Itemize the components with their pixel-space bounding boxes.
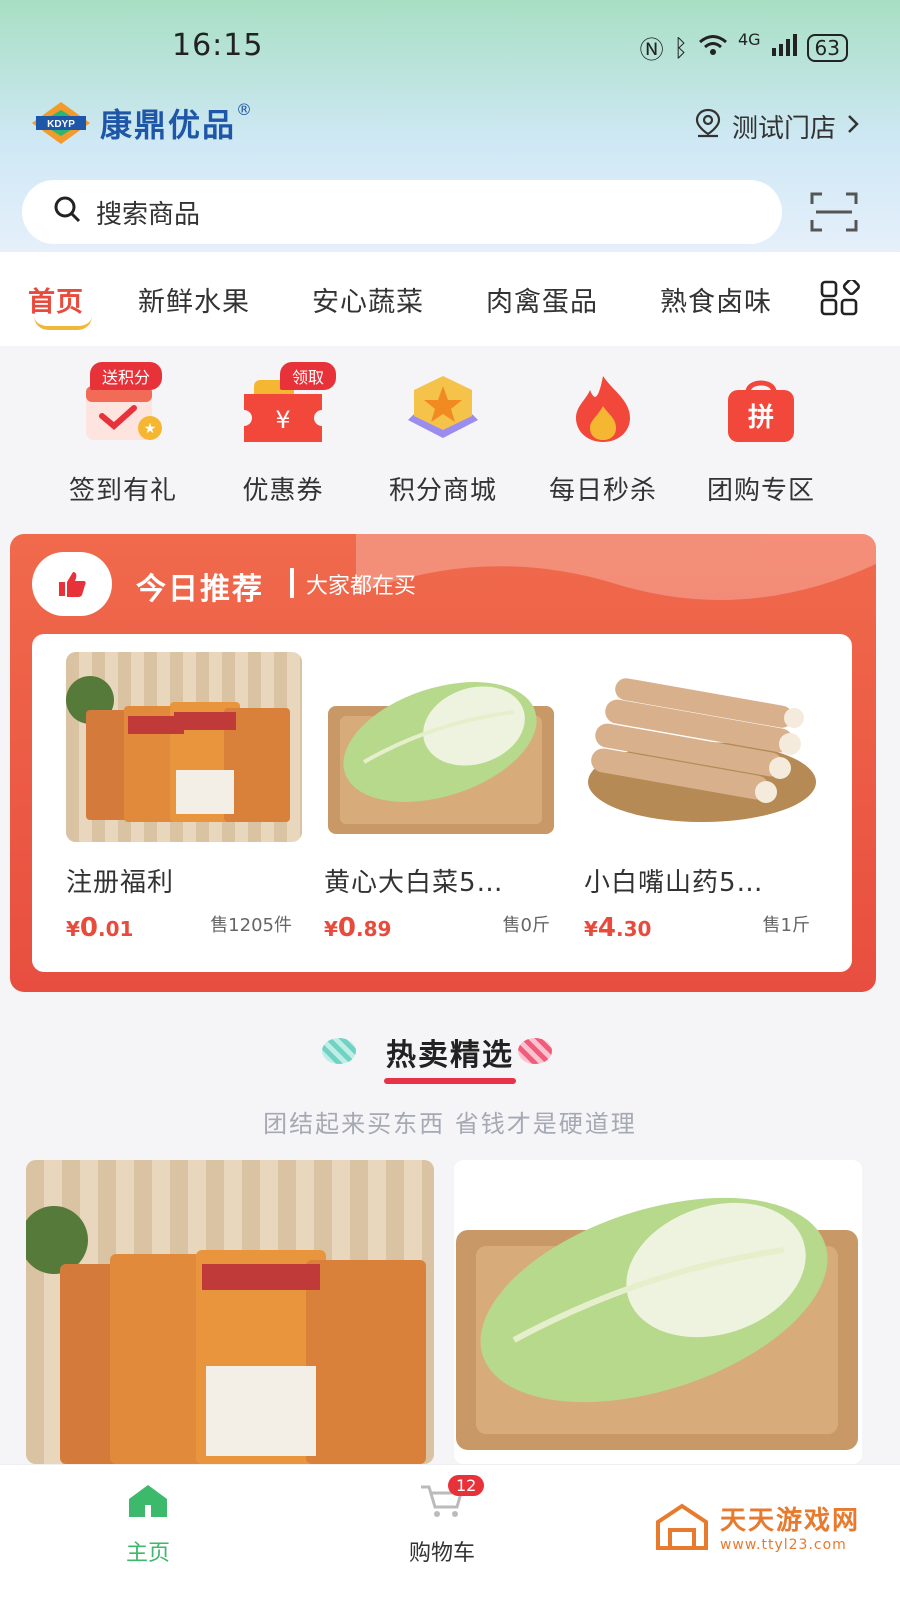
signal-icon [771, 33, 797, 62]
registered-mark: ® [236, 99, 253, 119]
recommend-separator [290, 568, 294, 598]
quick-group-buy[interactable]: 拼 团购专区 [686, 372, 836, 507]
quick-flash-sale[interactable]: 每日秒杀 [528, 372, 678, 507]
wifi-icon [698, 33, 728, 63]
tab-fresh-fruit[interactable]: 新鲜水果 [138, 280, 250, 319]
hot-subtitle: 团结起来买东西 省钱才是硬道理 [263, 1110, 637, 1138]
quick-label: 每日秒杀 [548, 476, 657, 506]
tab-home[interactable]: 首页 [28, 280, 84, 319]
app-header: KDYP 康鼎优品 ® 测试门店 [0, 92, 900, 162]
cabbage-image [324, 652, 560, 842]
product-name: 黄心大白菜5… [324, 868, 504, 898]
nav-home[interactable]: 主页 [88, 1483, 208, 1567]
battery-indicator: 63 [806, 33, 848, 62]
quick-label: 签到有礼 [68, 476, 177, 506]
search-input[interactable]: 搜索商品 [22, 180, 782, 244]
tab-meat-eggs[interactable]: 肉禽蛋品 [486, 280, 598, 319]
recommend-title: 今日推荐 [136, 572, 264, 607]
tab-active-indicator [34, 316, 92, 330]
logo-mark-icon: KDYP [30, 100, 92, 146]
product-sold-count: 售1斤 [762, 915, 810, 936]
points-star-icon [400, 372, 486, 444]
product-name: 小白嘴山药5… [584, 868, 764, 898]
yam-image [584, 652, 820, 842]
recommend-product[interactable]: 小白嘴山药5… ¥4.30 售1斤 [584, 652, 820, 943]
pickled-vegetable-image [66, 652, 302, 842]
hot-section-header: 热卖精选 团结起来买东西 省钱才是硬道理 [0, 1030, 900, 1140]
quick-coupon[interactable]: ¥ 领取 优惠券 [208, 362, 358, 507]
hot-product-card[interactable] [454, 1160, 862, 1464]
watermark-url: www.ttyl23.com [719, 1537, 847, 1553]
product-name: 注册福利 [66, 868, 175, 898]
quick-label: 优惠券 [242, 476, 324, 506]
site-watermark: 天天游戏网 www.ttyl23.com [654, 1500, 860, 1553]
quick-menu: ★ 送积分 签到有礼 ¥ 领取 优惠券 积分商城 每日秒杀 拼 团购专区 [0, 360, 900, 510]
status-bar: 16:15 Ⓝ ᛒ 4G 63 [0, 0, 900, 90]
group-buy-glyph: 拼 [748, 403, 774, 433]
recommend-subtitle: 大家都在买 [306, 574, 417, 599]
tab-deli[interactable]: 熟食卤味 [660, 280, 772, 319]
svg-text:★: ★ [144, 421, 157, 437]
shopping-bag-icon: 拼 [718, 372, 804, 444]
store-name: 测试门店 [731, 114, 836, 144]
wave-decoration [356, 534, 876, 600]
cart-count-badge: 12 [448, 1475, 485, 1496]
search-row: 搜索商品 [0, 180, 900, 250]
search-icon [52, 194, 82, 231]
bluetooth-icon: ᛒ [673, 33, 688, 62]
watermark-name: 天天游戏网 [719, 1506, 860, 1536]
recommend-product-list: 注册福利 ¥0.01 售1205件 黄心大白菜5… ¥0.89 售0斤 小白嘴山… [32, 634, 852, 972]
logo-letters: KDYP [47, 119, 75, 130]
cabbage-image [454, 1160, 862, 1464]
store-selector[interactable]: 测试门店 [694, 108, 860, 145]
recommend-product[interactable]: 注册福利 ¥0.01 售1205件 [66, 652, 302, 943]
category-grid-icon[interactable] [820, 278, 862, 316]
product-sold-count: 售0斤 [502, 915, 550, 936]
tab-vegetables[interactable]: 安心蔬菜 [312, 280, 424, 319]
brand-name: 康鼎优品 [100, 106, 237, 144]
category-tabs: 首页 新鲜水果 安心蔬菜 肉禽蛋品 熟食卤味 [0, 252, 900, 346]
coupon-icon: ¥ 领取 [240, 362, 337, 444]
quick-checkin[interactable]: ★ 送积分 签到有礼 [48, 362, 198, 507]
mint-ball-icon [322, 1038, 356, 1064]
today-recommend-section: 今日推荐 大家都在买 注册福利 ¥0.01 售1205件 黄心大白菜5… ¥0.… [10, 534, 876, 992]
nav-cart-label: 购物车 [408, 1541, 475, 1566]
calendar-check-icon: ★ 送积分 [80, 362, 166, 444]
brand-logo[interactable]: KDYP 康鼎优品 ® [30, 100, 252, 146]
hot-title: 热卖精选 [384, 1030, 516, 1084]
coupon-glyph: ¥ [275, 406, 290, 434]
search-placeholder: 搜索商品 [96, 199, 201, 230]
flame-icon [560, 372, 646, 444]
hot-product-card[interactable] [26, 1160, 434, 1464]
network-type: 4G [737, 30, 761, 49]
home-icon [129, 1485, 167, 1517]
status-icons: Ⓝ ᛒ 4G 63 [640, 30, 848, 65]
thumbs-up-icon [32, 552, 112, 616]
watermark-logo-icon [655, 1503, 708, 1550]
scan-icon[interactable] [810, 192, 858, 232]
nfc-icon: Ⓝ [639, 36, 664, 64]
quick-label: 团购专区 [706, 476, 815, 506]
quick-label: 积分商城 [388, 476, 497, 506]
status-time: 16:15 [172, 28, 264, 63]
location-pin-icon [694, 108, 722, 145]
quick-points-mall[interactable]: 积分商城 [368, 372, 518, 507]
checkin-badge: 送积分 [90, 362, 163, 390]
coupon-badge: 领取 [280, 362, 337, 390]
chevron-right-icon [846, 112, 860, 142]
nav-cart[interactable]: 12 购物车 [382, 1475, 502, 1567]
nav-home-label: 主页 [125, 1541, 170, 1566]
pink-ball-icon [518, 1038, 552, 1064]
recommend-product[interactable]: 黄心大白菜5… ¥0.89 售0斤 [324, 652, 560, 943]
pickled-vegetable-image [26, 1160, 434, 1464]
product-sold-count: 售1205件 [210, 915, 292, 936]
